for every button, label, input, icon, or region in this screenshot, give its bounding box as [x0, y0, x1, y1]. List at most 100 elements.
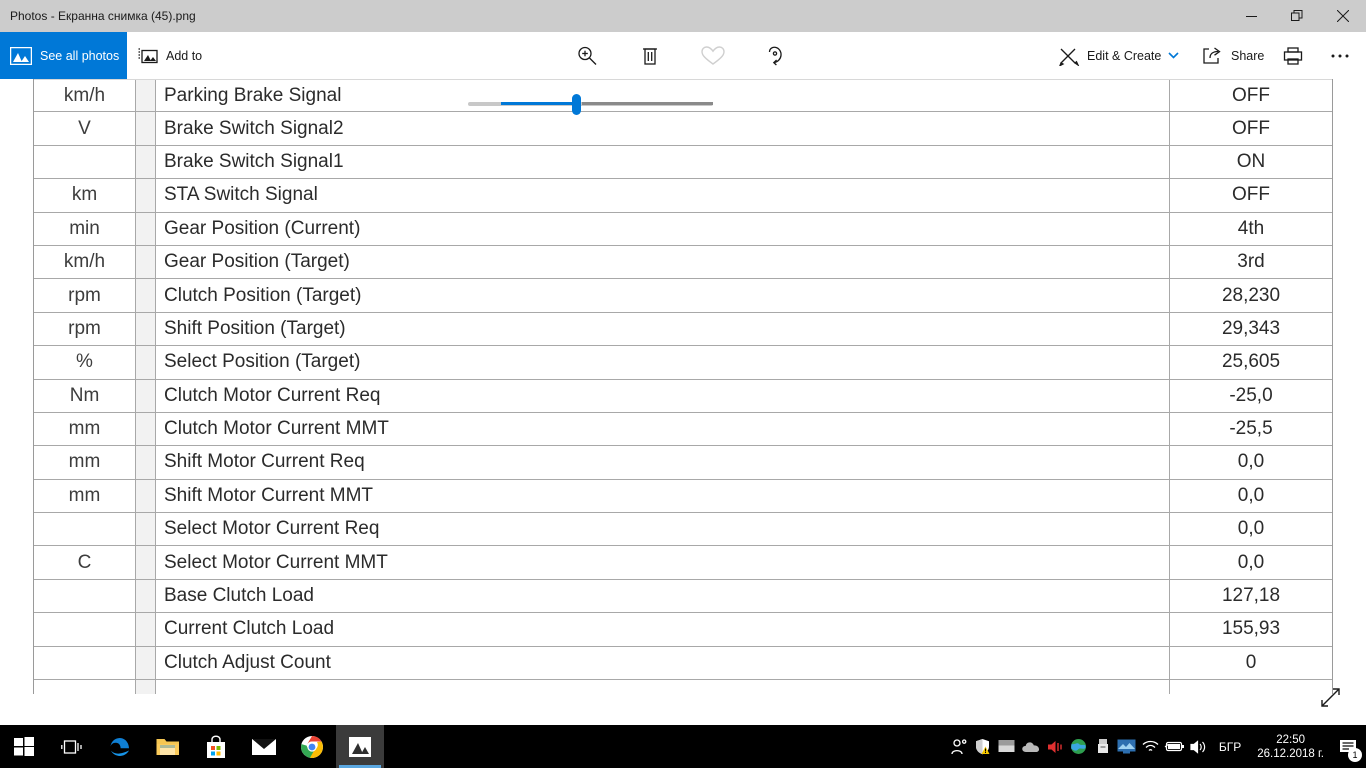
- column-gutter: [136, 279, 156, 312]
- zoom-slider-handle[interactable]: [572, 94, 581, 115]
- heart-icon: [700, 44, 726, 68]
- column-gutter: [136, 379, 156, 412]
- monitor-icon[interactable]: [1115, 725, 1139, 768]
- table-row: mm Shift Motor Current MMT 0,0: [34, 479, 1332, 514]
- volume-muted-icon[interactable]: [1043, 725, 1067, 768]
- zoom-slider[interactable]: [468, 94, 713, 115]
- table-row: min Gear Position (Current) 4th: [34, 212, 1332, 246]
- column-gutter: [136, 112, 156, 145]
- chrome-button[interactable]: [288, 725, 336, 768]
- cell-unit: [34, 513, 136, 546]
- mail-button[interactable]: [240, 725, 288, 768]
- resize-cursor-icon: [1318, 684, 1344, 710]
- cell-unit: mm: [34, 479, 136, 513]
- edit-create-icon: [1058, 46, 1080, 66]
- cell-parameter-label: Brake Switch Signal2: [156, 112, 1170, 145]
- onedrive-cloud-icon[interactable]: [1019, 725, 1043, 768]
- photos-app-window: Photos - Екранна снимка (45).png See all…: [0, 0, 1366, 768]
- cell-parameter-label: Gear Position (Current): [156, 212, 1170, 245]
- image-viewport[interactable]: km/h Parking Brake Signal OFF V Brake Switch…: [0, 79, 1366, 725]
- cell-parameter-label: Shift Motor Current MMT: [156, 479, 1170, 513]
- notification-center-button[interactable]: 1: [1332, 725, 1364, 768]
- cell-value: 127,18: [1221, 585, 1281, 607]
- wifi-icon[interactable]: [1139, 725, 1163, 768]
- column-gutter: [136, 245, 156, 279]
- usb-icon[interactable]: [1091, 725, 1115, 768]
- security-shield-warning-icon[interactable]: [971, 725, 995, 768]
- table-row: Current Clutch Load 155,93: [34, 613, 1332, 647]
- cell-unit: rpm: [34, 312, 136, 346]
- add-to-label: Add to: [166, 48, 203, 63]
- cell-parameter-label: Clutch Motor Current Req: [156, 379, 1170, 412]
- table-row: km STA Switch Signal OFF: [34, 179, 1332, 213]
- restore-button[interactable]: [1274, 0, 1320, 32]
- cell-parameter-label: Select Position (Target): [156, 346, 1170, 379]
- cell-parameter-label: Current Clutch Load: [156, 613, 1170, 646]
- see-all-photos-button[interactable]: See all photos: [0, 32, 127, 79]
- start-button[interactable]: [0, 725, 48, 768]
- battery-icon[interactable]: [1163, 725, 1187, 768]
- column-gutter: [136, 513, 156, 546]
- cell-unit: mm: [34, 446, 136, 479]
- cell-value: 3rd: [1237, 251, 1265, 273]
- file-explorer-button[interactable]: [144, 725, 192, 768]
- zoom-button[interactable]: [575, 32, 599, 79]
- globe-icon[interactable]: [1067, 725, 1091, 768]
- close-button[interactable]: [1320, 0, 1366, 32]
- taskbar: БГР 22:50 26.12.2018 г. 1: [0, 725, 1366, 768]
- delete-button[interactable]: [638, 32, 662, 79]
- table-row: V Brake Switch Signal2 OFF: [34, 112, 1332, 146]
- column-gutter: [136, 212, 156, 245]
- photos-button[interactable]: [336, 725, 384, 768]
- print-icon: [1282, 46, 1304, 66]
- cell-unit: km: [34, 179, 136, 212]
- title-bar[interactable]: Photos - Екранна снимка (45).png: [0, 0, 1366, 32]
- cell-parameter-label: Brake Switch Signal1: [156, 145, 1170, 179]
- cell-unit: [34, 613, 136, 646]
- more-options-button[interactable]: [1330, 32, 1350, 79]
- add-to-button[interactable]: Add to: [137, 32, 202, 79]
- cell-unit: [34, 646, 136, 680]
- cell-value: [1170, 680, 1332, 694]
- cell-value: 25,605: [1221, 351, 1281, 373]
- window-controls: [1228, 0, 1366, 32]
- cell-unit: [34, 579, 136, 613]
- clock[interactable]: 22:50 26.12.2018 г.: [1249, 733, 1332, 761]
- language-indicator[interactable]: БГР: [1211, 740, 1249, 754]
- notification-badge: 1: [1348, 748, 1362, 762]
- chevron-down-icon: [1168, 51, 1179, 60]
- minimize-button[interactable]: [1228, 0, 1274, 32]
- cell-unit: [34, 145, 136, 179]
- speaker-icon[interactable]: [1187, 725, 1211, 768]
- cell-unit: Nm: [34, 379, 136, 412]
- cell-parameter-label: Base Clutch Load: [156, 579, 1170, 613]
- task-view-button[interactable]: [48, 725, 96, 768]
- column-gutter: [136, 646, 156, 680]
- share-icon: [1202, 46, 1224, 66]
- zoom-slider-track-filled: [501, 102, 578, 105]
- rotate-button[interactable]: [763, 32, 787, 79]
- print-button[interactable]: [1282, 32, 1304, 79]
- display-icon[interactable]: [995, 725, 1019, 768]
- cell-unit: km/h: [34, 80, 136, 112]
- column-gutter: [136, 446, 156, 479]
- cell-value: 0,0: [1237, 451, 1265, 473]
- cell-value: ON: [1236, 150, 1266, 172]
- share-label: Share: [1231, 48, 1265, 63]
- table-row-partial: [34, 680, 1332, 695]
- cell-value: 0,0: [1237, 551, 1265, 573]
- system-tray: БГР 22:50 26.12.2018 г. 1: [947, 725, 1366, 768]
- store-button[interactable]: [192, 725, 240, 768]
- cell-value: 0,0: [1237, 484, 1265, 506]
- window-title: Photos - Екранна снимка (45).png: [10, 9, 196, 23]
- column-gutter: [136, 579, 156, 613]
- table-row: rpm Clutch Position (Target) 28,230: [34, 279, 1332, 313]
- cell-unit: %: [34, 346, 136, 379]
- favorite-button[interactable]: [700, 32, 726, 79]
- edit-create-button[interactable]: Edit & Create: [1058, 32, 1179, 79]
- share-button[interactable]: Share: [1202, 32, 1264, 79]
- cell-unit: C: [34, 546, 136, 579]
- people-icon[interactable]: [947, 725, 971, 768]
- cell-unit: km/h: [34, 245, 136, 279]
- edge-button[interactable]: [96, 725, 144, 768]
